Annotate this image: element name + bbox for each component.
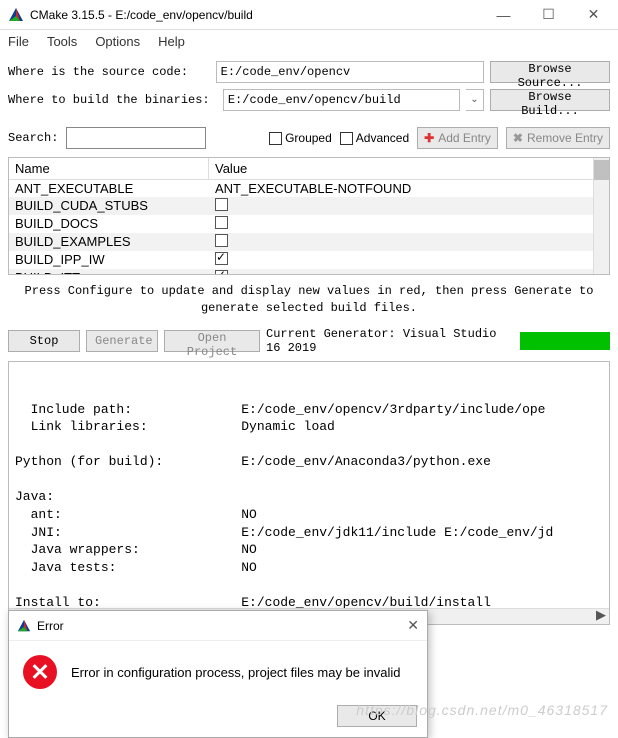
build-dropdown-icon[interactable]: ⌄	[466, 89, 484, 111]
add-entry-button[interactable]: ✚Add Entry	[417, 127, 498, 149]
checkbox[interactable]	[215, 252, 228, 265]
output-text: Include path: E:/code_env/opencv/3rdpart…	[15, 401, 603, 625]
titlebar: CMake 3.15.5 - E:/code_env/opencv/build …	[0, 0, 618, 30]
checkbox[interactable]	[215, 216, 228, 229]
dialog-message: Error in configuration process, project …	[71, 665, 400, 680]
progress-bar	[520, 332, 610, 350]
cell-value[interactable]	[209, 269, 609, 275]
search-label: Search:	[8, 131, 58, 145]
browse-build-button[interactable]: Browse Build...	[490, 89, 610, 111]
dialog-title: Error	[37, 619, 407, 633]
window-controls: — ☐ ✕	[481, 0, 616, 30]
cell-name: ANT_EXECUTABLE	[9, 180, 209, 197]
menu-options[interactable]: Options	[95, 34, 140, 49]
grouped-checkbox[interactable]: Grouped	[269, 131, 332, 145]
cell-value[interactable]	[209, 197, 609, 215]
cell-name: BUILD_EXAMPLES	[9, 233, 209, 251]
cell-name: BUILD_ITT	[9, 269, 209, 275]
plus-icon: ✚	[424, 131, 434, 145]
cell-value[interactable]: ANT_EXECUTABLE-NOTFOUND	[209, 180, 609, 197]
table-row[interactable]: BUILD_ITT	[9, 269, 609, 275]
col-header-name[interactable]: Name	[9, 158, 209, 179]
error-dialog: Error ✕ Error in configuration process, …	[8, 610, 428, 738]
dialog-close-button[interactable]: ✕	[407, 617, 419, 634]
path-form: Where is the source code: Browse Source.…	[0, 55, 618, 123]
menu-file[interactable]: File	[8, 34, 29, 49]
output-log[interactable]: Include path: E:/code_env/opencv/3rdpart…	[8, 361, 610, 625]
source-label: Where is the source code:	[8, 65, 210, 79]
checkbox[interactable]	[215, 270, 228, 275]
cell-value[interactable]	[209, 233, 609, 251]
advanced-checkbox[interactable]: Advanced	[340, 131, 409, 145]
source-input[interactable]	[216, 61, 484, 83]
menu-tools[interactable]: Tools	[47, 34, 77, 49]
col-header-value[interactable]: Value	[209, 158, 609, 179]
cmake-logo-icon	[8, 7, 24, 23]
minimize-button[interactable]: —	[481, 0, 526, 30]
build-label: Where to build the binaries:	[8, 93, 217, 107]
cache-table: Name Value ANT_EXECUTABLEANT_EXECUTABLE-…	[8, 157, 610, 275]
action-row: Stop Generate Open Project Current Gener…	[0, 325, 618, 361]
error-icon	[23, 655, 57, 689]
table-scrollbar[interactable]	[593, 158, 609, 274]
search-input[interactable]	[66, 127, 206, 149]
checkbox[interactable]	[215, 234, 228, 247]
browse-source-button[interactable]: Browse Source...	[490, 61, 610, 83]
cell-name: BUILD_DOCS	[9, 215, 209, 233]
hint-text: Press Configure to update and display ne…	[0, 275, 618, 325]
generate-button[interactable]: Generate	[86, 330, 158, 352]
cell-value[interactable]	[209, 215, 609, 233]
x-icon: ✖	[513, 131, 523, 145]
cell-value[interactable]	[209, 251, 609, 269]
maximize-button[interactable]: ☐	[526, 0, 571, 30]
table-row[interactable]: BUILD_IPP_IW	[9, 251, 609, 269]
window-title: CMake 3.15.5 - E:/code_env/opencv/build	[30, 8, 481, 22]
open-project-button[interactable]: Open Project	[164, 330, 260, 352]
cell-name: BUILD_IPP_IW	[9, 251, 209, 269]
checkbox[interactable]	[215, 198, 228, 211]
cell-name: BUILD_CUDA_STUBS	[9, 197, 209, 215]
menu-help[interactable]: Help	[158, 34, 185, 49]
table-row[interactable]: BUILD_EXAMPLES	[9, 233, 609, 251]
table-row[interactable]: BUILD_CUDA_STUBS	[9, 197, 609, 215]
stop-button[interactable]: Stop	[8, 330, 80, 352]
table-row[interactable]: ANT_EXECUTABLEANT_EXECUTABLE-NOTFOUND	[9, 180, 609, 197]
cmake-logo-icon	[17, 619, 31, 633]
current-generator-label: Current Generator: Visual Studio 16 2019	[266, 327, 514, 355]
remove-entry-button[interactable]: ✖Remove Entry	[506, 127, 610, 149]
search-row: Search: Grouped Advanced ✚Add Entry ✖Rem…	[0, 123, 618, 157]
close-button[interactable]: ✕	[571, 0, 616, 30]
table-row[interactable]: BUILD_DOCS	[9, 215, 609, 233]
menubar: File Tools Options Help	[0, 30, 618, 55]
build-input[interactable]	[223, 89, 460, 111]
